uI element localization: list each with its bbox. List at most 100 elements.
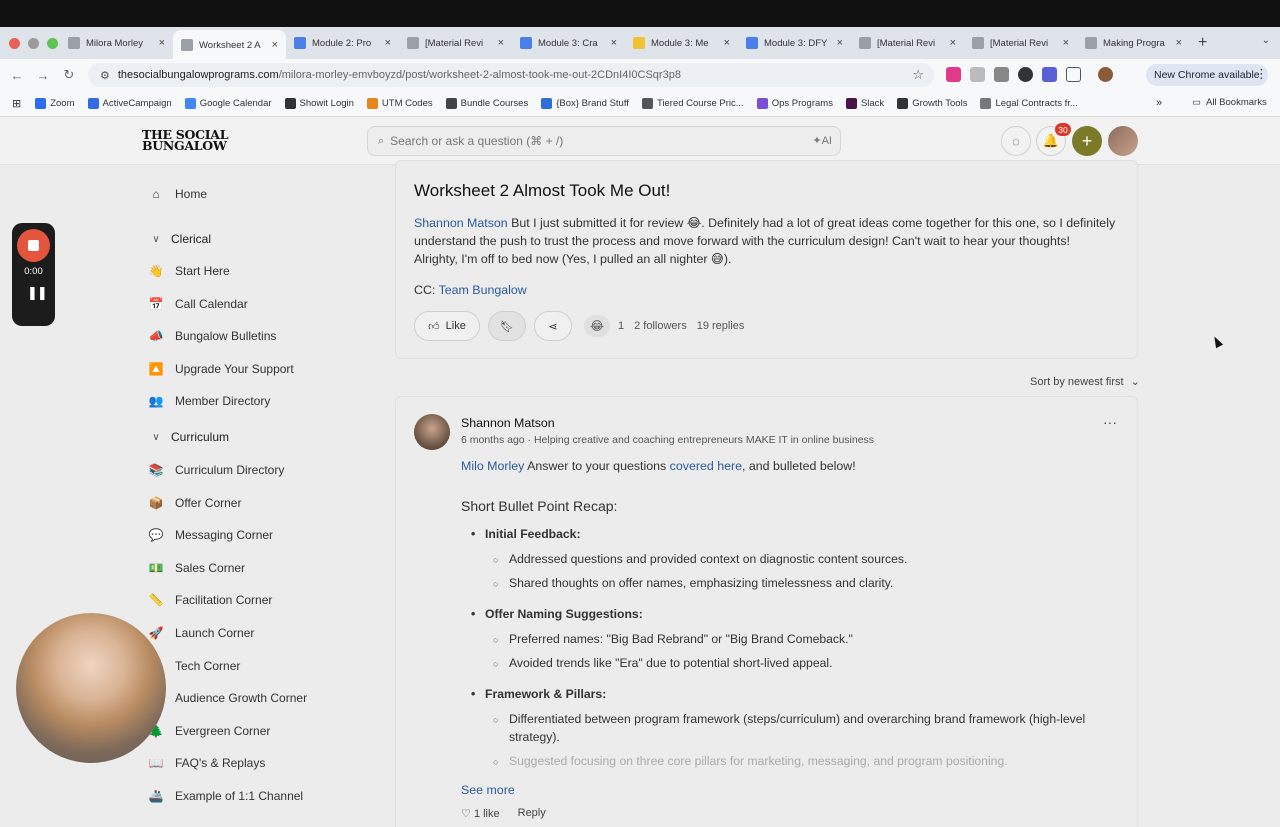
pause-icon[interactable]: ❚❚ [27, 285, 48, 301]
replies-count[interactable]: 19 replies [697, 320, 745, 332]
site-logo[interactable]: THE SOCIAL BUNGALOW [142, 128, 229, 152]
bookmark-item[interactable]: {Box} Brand Stuff [541, 98, 629, 109]
extension-icon[interactable] [970, 67, 985, 82]
followers-count[interactable]: 2 followers [634, 320, 687, 332]
reload-icon[interactable]: ↻ [56, 67, 82, 83]
sidebar-section-curriculum[interactable]: ∨ Curriculum [147, 425, 229, 449]
browser-tab[interactable]: [Material Revi × [399, 30, 512, 56]
browser-tab[interactable]: [Material Revi × [964, 30, 1077, 56]
forward-arrow-icon[interactable]: → [30, 68, 56, 83]
extension-icon[interactable] [994, 67, 1009, 82]
ai-search-label[interactable]: ✦AI [812, 134, 832, 147]
bookmark-item[interactable]: Google Calendar [184, 98, 272, 109]
like-button[interactable]: 👍︎ Like [414, 311, 480, 341]
bookmark-star-icon[interactable]: ☆ [912, 67, 924, 83]
tab-close-icon[interactable]: × [1063, 37, 1069, 49]
browser-tab[interactable]: Module 3: DFY × [738, 30, 851, 56]
see-more-link[interactable]: See more [461, 783, 515, 797]
extension-icon[interactable] [1018, 67, 1033, 82]
bookmark-item[interactable]: ActiveCampaign [87, 98, 172, 109]
sort-dropdown[interactable]: Sort by newest first ⌄ [1030, 375, 1140, 388]
sidebar-item-launch-corner[interactable]: 🚀 Launch Corner [147, 621, 255, 645]
maximize-window-button[interactable] [47, 37, 58, 49]
new-chrome-available-button[interactable]: New Chrome available [1146, 64, 1268, 86]
browser-tab[interactable]: Module 2: Pro × [286, 30, 399, 56]
bookmark-button[interactable]: 🔖︎ [488, 311, 526, 341]
create-plus-button[interactable]: + [1072, 126, 1102, 156]
bookmark-item[interactable]: Bundle Courses [445, 98, 528, 109]
reply-author-name[interactable]: Shannon Matson [461, 416, 555, 430]
reply-button[interactable]: Reply [518, 807, 546, 820]
stop-recording-button[interactable] [17, 229, 50, 262]
tab-close-icon[interactable]: × [385, 37, 391, 49]
bookmark-item[interactable]: Legal Contracts fr... [980, 98, 1078, 109]
bookmark-item[interactable]: Ops Programs [756, 98, 833, 109]
sidebar-item-upgrade-your-support[interactable]: 🔼 Upgrade Your Support [147, 357, 294, 381]
sidebar-item-curriculum-directory[interactable]: 📚 Curriculum Directory [147, 458, 285, 482]
extensions-puzzle-icon[interactable] [1066, 67, 1081, 82]
tab-close-icon[interactable]: × [950, 37, 956, 49]
post-mention[interactable]: Shannon Matson [414, 216, 508, 230]
browser-tab[interactable]: Making Progra × [1077, 30, 1190, 56]
cc-mention[interactable]: Team Bungalow [439, 283, 527, 297]
tab-close-icon[interactable]: × [724, 37, 730, 49]
webcam-bubble[interactable] [16, 613, 166, 763]
close-window-button[interactable] [9, 37, 20, 49]
browser-tab[interactable]: [Material Revi × [851, 30, 964, 56]
browser-tab[interactable]: Module 3: Me × [625, 30, 738, 56]
browser-tab[interactable]: Milora Morley × [60, 30, 173, 56]
user-avatar[interactable] [1108, 126, 1138, 156]
covered-here-link[interactable]: covered here [670, 459, 742, 473]
tab-close-icon[interactable]: × [159, 37, 165, 49]
reply-author-avatar[interactable] [414, 414, 450, 450]
sidebar-item-home[interactable]: ⌂ Home [147, 182, 207, 206]
extension-icon[interactable] [1042, 67, 1057, 82]
share-button[interactable]: ⋖ [534, 311, 572, 341]
sidebar-item-facilitation-corner[interactable]: 📏 Facilitation Corner [147, 588, 273, 612]
browser-menu-icon[interactable]: ⋮ [1255, 66, 1268, 82]
reaction-emoji-button[interactable]: 😂 [584, 315, 610, 337]
bookmark-item[interactable]: Growth Tools [897, 98, 967, 109]
sidebar-item-start-here[interactable]: 👋 Start Here [147, 259, 230, 283]
bookmark-item[interactable]: Showit Login [284, 98, 354, 109]
reply-mention[interactable]: Milo Morley [461, 459, 524, 473]
bookmark-item[interactable]: Slack [845, 98, 884, 109]
all-bookmarks-folder[interactable]: ▭ All Bookmarks [1192, 97, 1267, 108]
sidebar-section-clerical[interactable]: ∨ Clerical [147, 227, 211, 251]
browser-tab[interactable]: Worksheet 2 A × [173, 30, 286, 60]
more-options-icon[interactable]: ··· [1103, 414, 1117, 430]
sidebar-item-call-calendar[interactable]: 📅 Call Calendar [147, 292, 248, 316]
heart-icon: ♡ [461, 808, 471, 820]
sidebar-item-faq-s-replays[interactable]: 📖 FAQ's & Replays [147, 751, 266, 775]
tab-close-icon[interactable]: × [611, 37, 617, 49]
site-search-input[interactable]: ⌕ Search or ask a question (⌘ + /) ✦AI [367, 126, 841, 156]
profile-avatar-icon[interactable] [1098, 67, 1113, 82]
back-arrow-icon[interactable]: ← [4, 68, 30, 83]
sidebar-item-audience-growth-corner[interactable]: 📈Audience Growth Corner [147, 686, 308, 710]
sidebar-item-sales-corner[interactable]: 💵 Sales Corner [147, 556, 246, 580]
bookmark-item[interactable]: UTM Codes [366, 98, 433, 109]
sidebar-item-evergreen-corner[interactable]: 🌲 Evergreen Corner [147, 719, 271, 743]
address-bar[interactable]: ⚙ thesocialbungalowprograms.com/milora-m… [88, 63, 934, 87]
bookmark-item[interactable]: Tiered Course Pric... [641, 98, 744, 109]
reply-like-button[interactable]: ♡ 1 like [461, 807, 500, 820]
new-tab-button[interactable]: + [1198, 34, 1207, 52]
sidebar-item-bungalow-bulletins[interactable]: 📣 Bungalow Bulletins [147, 324, 277, 348]
sidebar-item-offer-corner[interactable]: 📦 Offer Corner [147, 491, 242, 515]
apps-grid-icon[interactable]: ⊞ [12, 97, 21, 110]
tab-search-icon[interactable]: ⌄ [1262, 35, 1270, 46]
site-info-icon[interactable]: ⚙ [100, 69, 110, 82]
extension-icon[interactable] [946, 67, 961, 82]
bookmark-item[interactable]: Zoom [35, 98, 75, 109]
browser-tab[interactable]: Module 3: Cra × [512, 30, 625, 56]
tab-close-icon[interactable]: × [1176, 37, 1182, 49]
tab-close-icon[interactable]: × [272, 39, 278, 51]
tab-close-icon[interactable]: × [498, 37, 504, 49]
tab-close-icon[interactable]: × [837, 37, 843, 49]
chat-icon[interactable]: ◌ [1001, 126, 1031, 156]
minimize-window-button[interactable] [28, 37, 39, 49]
sidebar-item-example-of-1-1-channel[interactable]: 🚢 Example of 1:1 Channel [147, 784, 304, 808]
sidebar-item-member-directory[interactable]: 👥 Member Directory [147, 389, 271, 413]
more-bookmarks-icon[interactable]: » [1156, 97, 1162, 109]
sidebar-item-messaging-corner[interactable]: 💬 Messaging Corner [147, 523, 274, 547]
